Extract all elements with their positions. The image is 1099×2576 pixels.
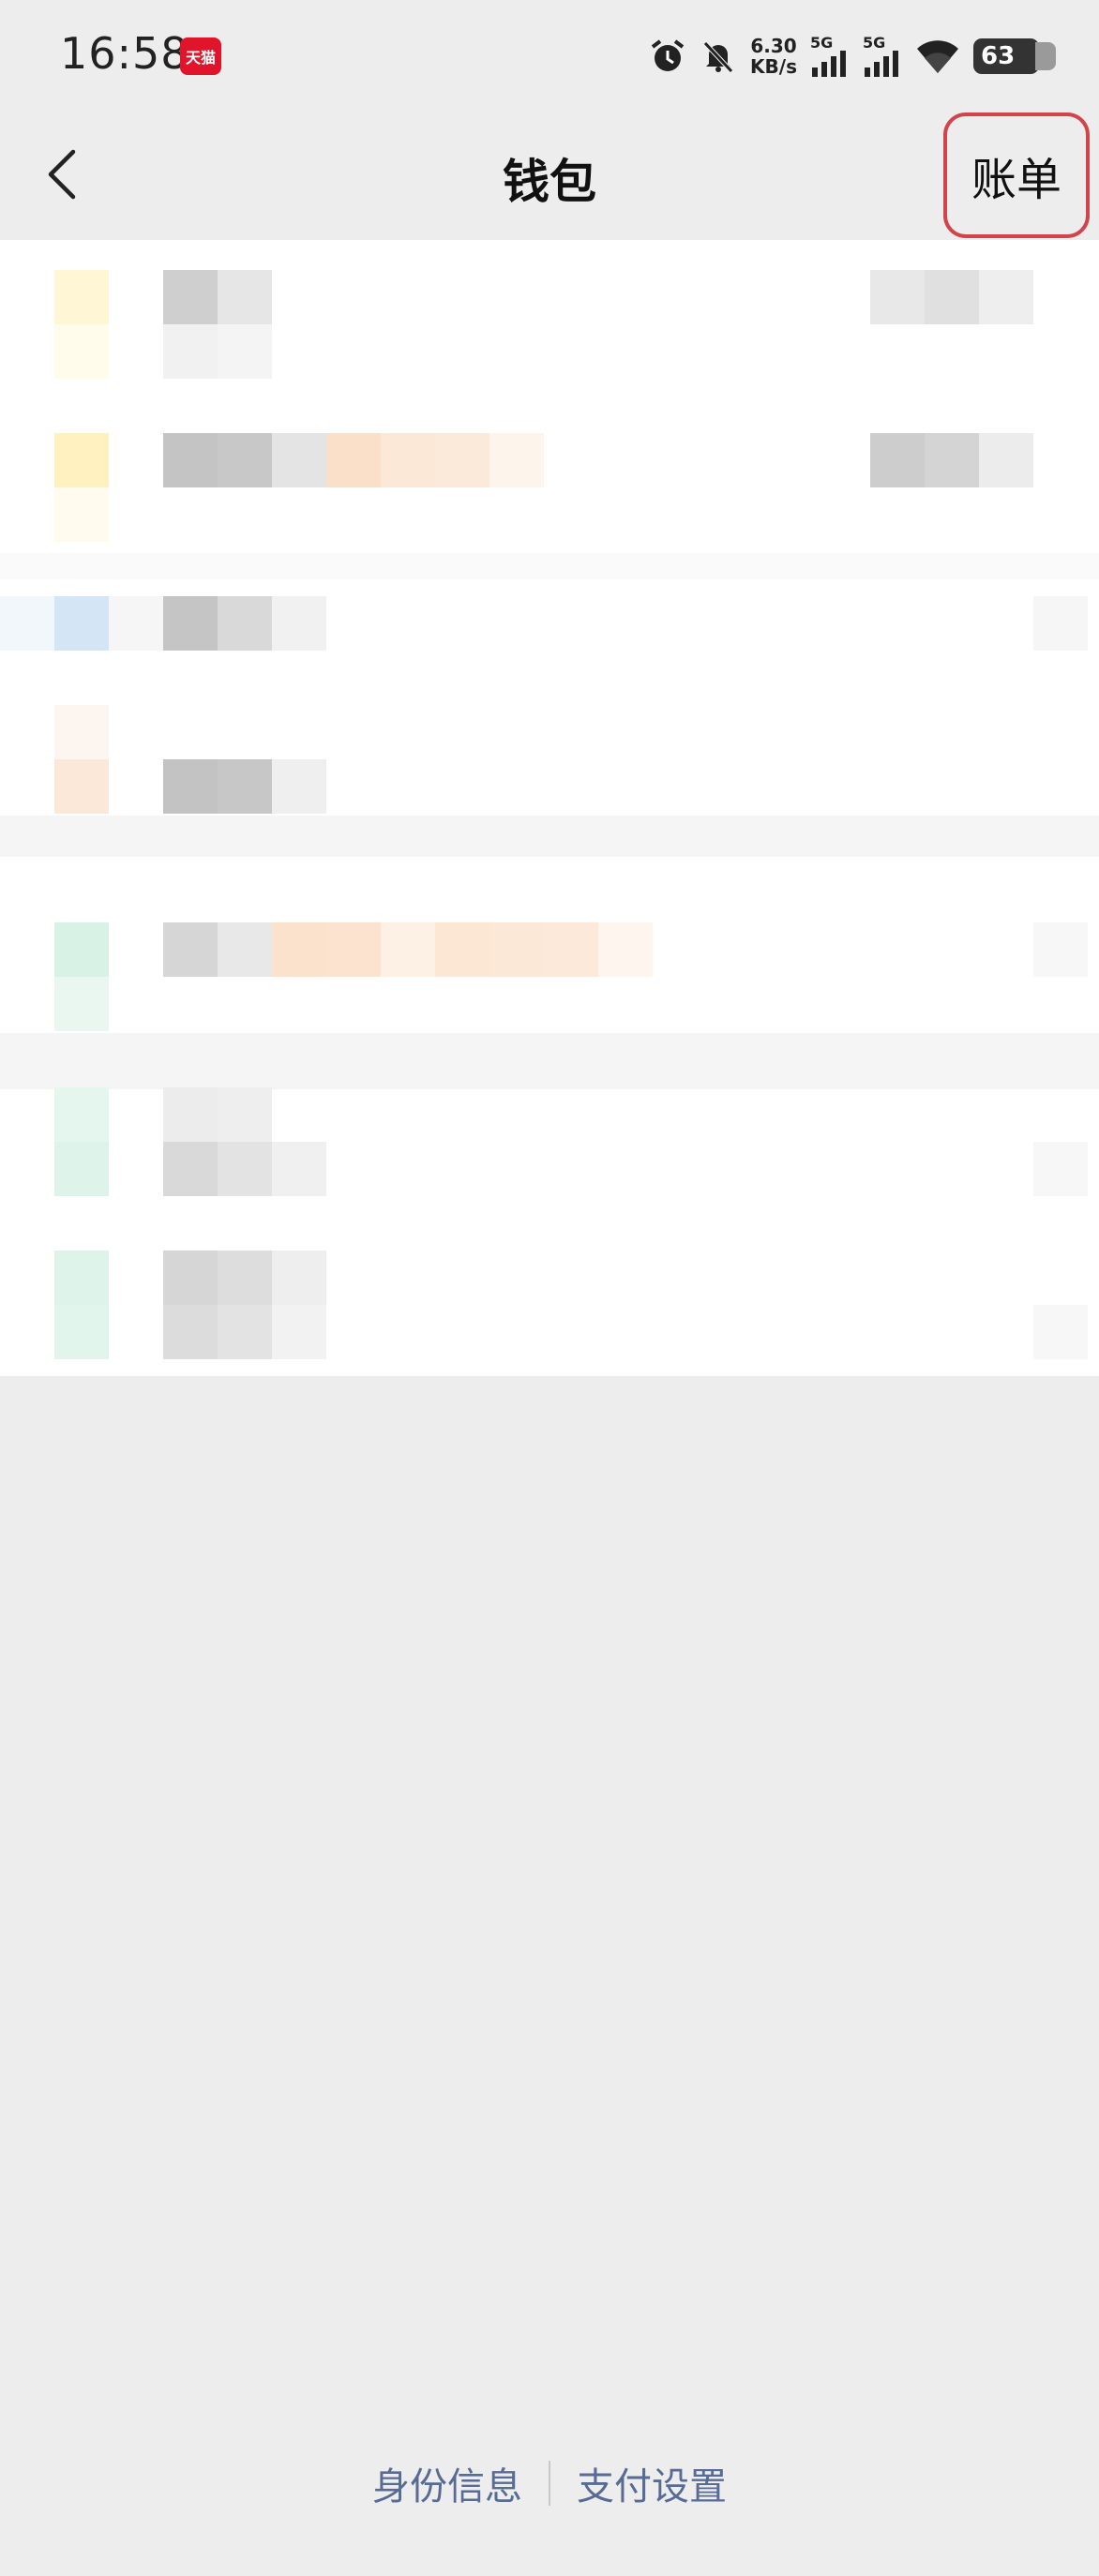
wallet-item[interactable] bbox=[0, 1087, 1099, 1196]
signal-bars-icon bbox=[812, 51, 846, 77]
signal-1: 5G bbox=[810, 36, 850, 77]
divider bbox=[0, 816, 1099, 857]
bill-button[interactable]: 账单 bbox=[943, 112, 1090, 238]
divider bbox=[0, 1033, 1099, 1089]
navigation-bar: 钱包 账单 bbox=[0, 111, 1099, 238]
bill-button-label: 账单 bbox=[971, 154, 1061, 206]
wallet-item[interactable] bbox=[0, 922, 1099, 1031]
net-speed-value: 6.30 bbox=[750, 35, 797, 57]
status-time: 16:58 bbox=[60, 28, 189, 79]
net-speed: 6.30 KB/s bbox=[750, 36, 797, 77]
signal-1-tag: 5G bbox=[810, 34, 834, 52]
page-title: 钱包 bbox=[503, 155, 596, 209]
bell-muted-icon bbox=[700, 37, 737, 75]
net-speed-unit: KB/s bbox=[750, 55, 797, 78]
signal-2-tag: 5G bbox=[863, 34, 886, 52]
footer-links: 身份信息 支付设置 bbox=[0, 2456, 1099, 2510]
wallet-item[interactable] bbox=[0, 1251, 1099, 1359]
alarm-icon bbox=[649, 37, 686, 75]
battery-level: 63 bbox=[981, 42, 1016, 70]
wallet-card bbox=[0, 240, 1099, 1376]
signal-bars-icon bbox=[865, 51, 898, 77]
wallet-item[interactable] bbox=[0, 705, 1099, 814]
wallet-item[interactable] bbox=[0, 596, 1099, 705]
divider bbox=[0, 553, 1099, 579]
wifi-icon bbox=[915, 37, 960, 75]
footer-separator bbox=[549, 2461, 550, 2506]
status-icons: 6.30 KB/s 5G 5G 63 bbox=[649, 30, 1056, 82]
status-bar: 16:58 天猫 6.30 KB/s 5G 5G 63 bbox=[0, 0, 1099, 111]
signal-2: 5G bbox=[863, 36, 902, 77]
wallet-item[interactable] bbox=[0, 270, 1099, 379]
identity-info-link[interactable]: 身份信息 bbox=[372, 2456, 522, 2510]
tmall-app-icon: 天猫 bbox=[180, 37, 221, 75]
battery-indicator: 63 bbox=[973, 38, 1056, 74]
payment-settings-link[interactable]: 支付设置 bbox=[577, 2456, 727, 2510]
wallet-item[interactable] bbox=[0, 433, 1099, 542]
